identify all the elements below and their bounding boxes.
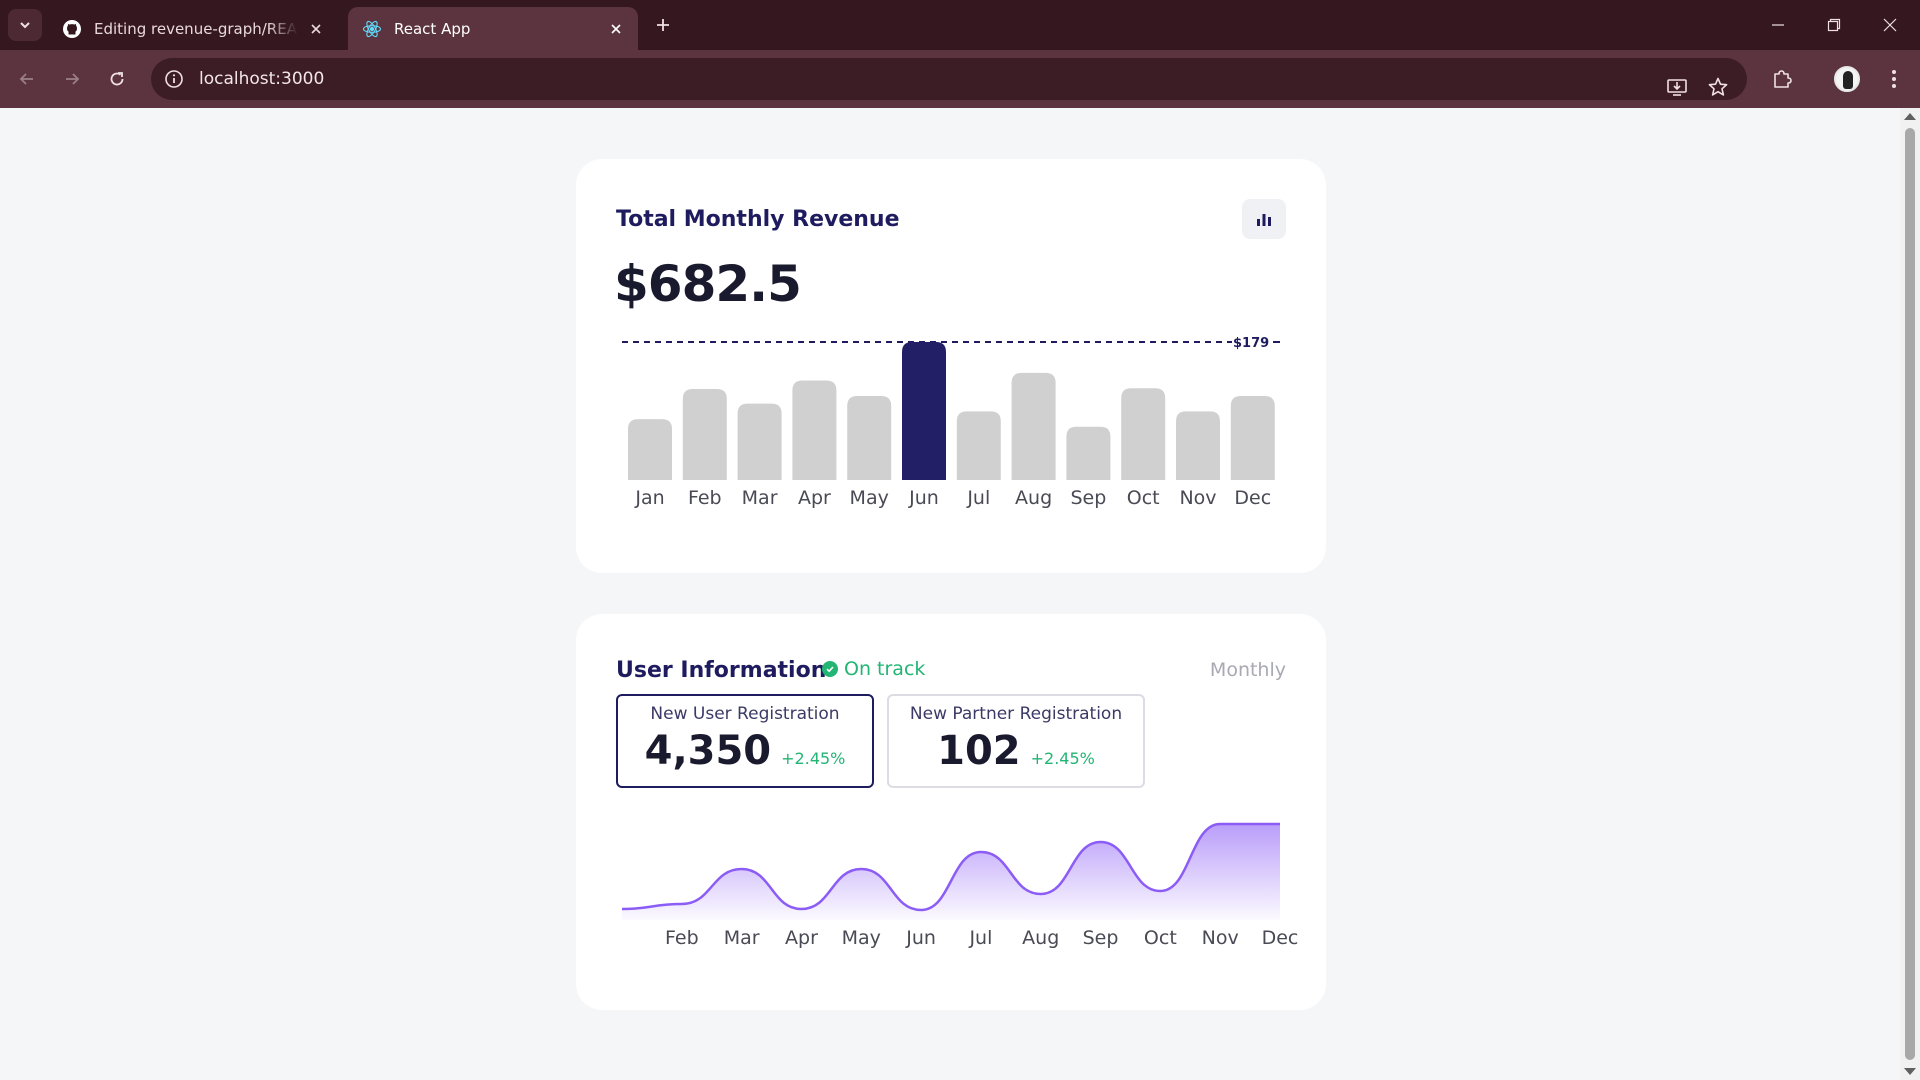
user-area-chart: Feb Mar Apr May Jun Jul Aug Sep Oct Nov Dec (621, 822, 1299, 949)
tab-github-readme[interactable]: Editing revenue-graph/README.md (48, 7, 338, 50)
x-tick-label: Jul (968, 927, 992, 949)
chevron-down-icon (20, 22, 30, 29)
bar-jun (902, 342, 946, 480)
scroll-thumb[interactable] (1905, 128, 1915, 1060)
avatar (1834, 66, 1860, 92)
x-tick-label: Oct (1127, 487, 1160, 509)
extensions-button[interactable] (1764, 61, 1800, 97)
x-tick-label: Dec (1262, 927, 1299, 949)
close-icon[interactable] (606, 19, 626, 39)
arrow-left-icon (19, 73, 33, 85)
menu-button[interactable] (1876, 61, 1912, 97)
scroll-up-icon[interactable] (1904, 113, 1916, 120)
puzzle-icon (1774, 70, 1792, 88)
x-tick-label: Aug (1022, 927, 1059, 949)
tab-react-app[interactable]: React App (348, 7, 638, 50)
install-icon (1667, 79, 1687, 96)
bar-mar (737, 403, 782, 480)
browser-tab-bar: Editing revenue-graph/README.md React Ap… (0, 0, 1920, 50)
reload-button[interactable] (101, 63, 133, 95)
x-tick-label: Apr (785, 927, 818, 949)
github-icon (62, 19, 82, 39)
bar-dec (1230, 395, 1275, 480)
area-fill (622, 824, 1280, 920)
revenue-card: Total Monthly Revenue $682.5 $179 Jan Feb M… (576, 159, 1326, 573)
x-tick-label: Apr (798, 487, 831, 509)
back-button[interactable] (11, 63, 43, 95)
install-app-button[interactable] (1659, 69, 1695, 105)
bar-sep (1066, 426, 1111, 480)
reload-icon (110, 72, 124, 86)
scroll-down-icon[interactable] (1904, 1068, 1916, 1075)
bookmark-button[interactable] (1700, 69, 1736, 105)
bar-jan (628, 419, 672, 480)
tab-search-button[interactable] (8, 9, 42, 41)
x-tick-label: Feb (665, 927, 699, 949)
restore-button[interactable] (1806, 0, 1862, 50)
minimize-button[interactable] (1750, 0, 1806, 50)
max-value-label: $179 (1233, 336, 1269, 351)
x-tick-label: Aug (1015, 487, 1052, 509)
x-tick-label: Mar (724, 927, 760, 949)
bar-may (847, 395, 892, 480)
x-tick-label: Nov (1202, 927, 1239, 949)
url-text: localhost:3000 (199, 69, 325, 89)
scrollbar[interactable] (1900, 108, 1920, 1080)
bar-nov (1176, 411, 1220, 480)
x-tick-label: Jan (634, 487, 664, 509)
address-bar[interactable]: localhost:3000 (151, 58, 1747, 100)
new-tab-button[interactable] (650, 12, 676, 38)
bar-oct (1121, 388, 1166, 480)
react-icon (362, 19, 382, 39)
close-icon[interactable] (306, 19, 326, 39)
minimize-icon (1772, 24, 1784, 26)
tab-title: Editing revenue-graph/README.md (94, 19, 298, 38)
bar-aug (1011, 372, 1056, 480)
restore-icon (1827, 18, 1841, 32)
site-info-icon[interactable] (163, 68, 185, 90)
user-info-card: User Information On track Monthly New Us… (576, 614, 1326, 1010)
x-tick-label: Nov (1179, 487, 1216, 509)
browser-toolbar: localhost:3000 (0, 50, 1920, 108)
x-tick-label: Jul (966, 487, 990, 509)
star-icon (1708, 77, 1728, 96)
window-close-button[interactable] (1862, 0, 1918, 50)
bar-feb (682, 389, 727, 480)
plus-icon (657, 19, 669, 31)
x-tick-label: Mar (742, 487, 778, 509)
x-tick-label: Sep (1083, 927, 1119, 949)
x-tick-label: May (842, 927, 881, 949)
x-tick-label: Jun (905, 927, 936, 949)
forward-button[interactable] (56, 63, 88, 95)
x-tick-label: May (850, 487, 889, 509)
tab-title: React App (394, 19, 471, 38)
x-tick-label: Oct (1144, 927, 1177, 949)
more-vertical-icon (1892, 70, 1896, 88)
x-tick-label: Sep (1070, 487, 1106, 509)
bar-apr (792, 380, 837, 480)
x-tick-label: Dec (1234, 487, 1271, 509)
revenue-bar-chart: $179 Jan Feb Mar Apr May Jun Jul Aug Sep Oct Nov Dec (622, 336, 1280, 509)
profile-button[interactable] (1829, 61, 1865, 97)
close-icon (1883, 18, 1897, 32)
x-tick-label: Jun (908, 487, 939, 509)
arrow-right-icon (66, 73, 80, 85)
x-tick-label: Feb (688, 487, 722, 509)
bar-jul (956, 411, 1001, 480)
